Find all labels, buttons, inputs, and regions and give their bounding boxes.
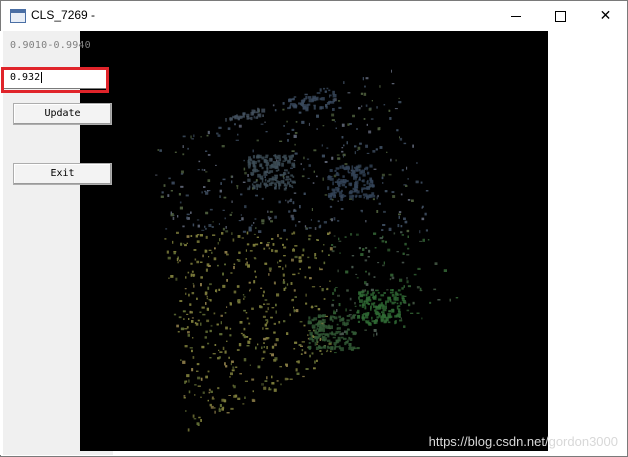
maximize-icon <box>555 10 566 22</box>
input-highlight-box <box>1 67 109 93</box>
classification-image <box>80 31 548 451</box>
range-label: 0.9010-0.9940 <box>10 40 91 51</box>
update-button[interactable]: Update <box>13 103 112 125</box>
window-title: CLS_7269 - <box>31 8 96 22</box>
title-bar[interactable]: CLS_7269 - ✕ <box>1 1 627 32</box>
maximize-button[interactable] <box>538 1 583 31</box>
minimize-icon <box>510 15 521 17</box>
watermark-text: https://blog.csdn.net/gordon3000 <box>428 434 618 449</box>
speckle-layer <box>155 69 459 432</box>
close-button[interactable]: ✕ <box>583 1 628 31</box>
exit-button[interactable]: Exit <box>13 163 112 185</box>
minimize-button[interactable] <box>493 1 538 31</box>
raster-image-canvas <box>155 69 459 432</box>
app-window-icon <box>10 9 26 23</box>
close-icon: ✕ <box>599 8 612 24</box>
